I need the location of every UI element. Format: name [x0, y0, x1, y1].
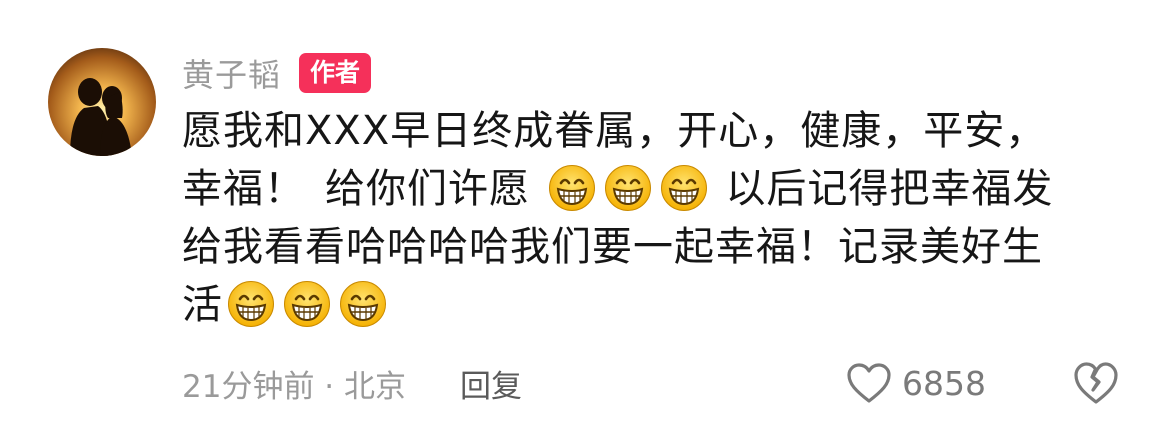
- comment-text-segment: 给我看看哈哈哈哈我们要一起幸福！记录美好生: [182, 224, 1043, 270]
- comment-time-location: 21分钟前 · 北京: [182, 368, 407, 405]
- comment-item: 黄子韬 作者 愿我和XXX早日终成眷属，开心，健康，平安， 幸福！ 给你们许愿 以…: [0, 0, 1170, 441]
- comment-header: 黄子韬 作者: [182, 48, 372, 98]
- comment-footer: 21分钟前 · 北京 回复: [182, 358, 522, 408]
- author-name[interactable]: 黄子韬: [182, 50, 281, 96]
- grinning-face-icon: [283, 280, 331, 328]
- comment-line: 给我看看哈哈哈哈我们要一起幸福！记录美好生: [182, 218, 1122, 276]
- grinning-face-icon: [227, 280, 275, 328]
- comment-text-segment: 幸福！: [182, 166, 305, 212]
- comment-text-segment: 活: [182, 282, 223, 328]
- like-count: 6858: [902, 363, 986, 403]
- comment-text: 愿我和XXX早日终成眷属，开心，健康，平安， 幸福！ 给你们许愿 以后记得把幸福发…: [182, 102, 1122, 334]
- comment-line: 活: [182, 276, 1122, 334]
- avatar-couple-silhouette-icon: [48, 48, 156, 156]
- grinning-face-icon: [660, 164, 708, 212]
- comment-text-segment: 给你们许愿: [325, 166, 530, 212]
- comment-text-segment: 以后记得把幸福发: [725, 166, 1054, 212]
- comment-line: 愿我和XXX早日终成眷属，开心，健康，平安，: [182, 102, 1122, 160]
- broken-heart-icon[interactable]: [1072, 360, 1120, 406]
- author-badge: 作者: [299, 53, 372, 93]
- comment-line: 幸福！ 给你们许愿 以后记得把幸福发: [182, 160, 1122, 218]
- heart-icon: [847, 363, 891, 403]
- grinning-face-icon: [548, 164, 596, 212]
- avatar[interactable]: [48, 48, 156, 156]
- reply-button[interactable]: 回复: [460, 361, 522, 406]
- comment-text-segment: 愿我和XXX早日终成眷属，开心，健康，平安，: [182, 108, 1047, 154]
- like-button[interactable]: 6858: [846, 358, 986, 408]
- grinning-face-icon: [604, 164, 652, 212]
- grinning-face-icon: [339, 280, 387, 328]
